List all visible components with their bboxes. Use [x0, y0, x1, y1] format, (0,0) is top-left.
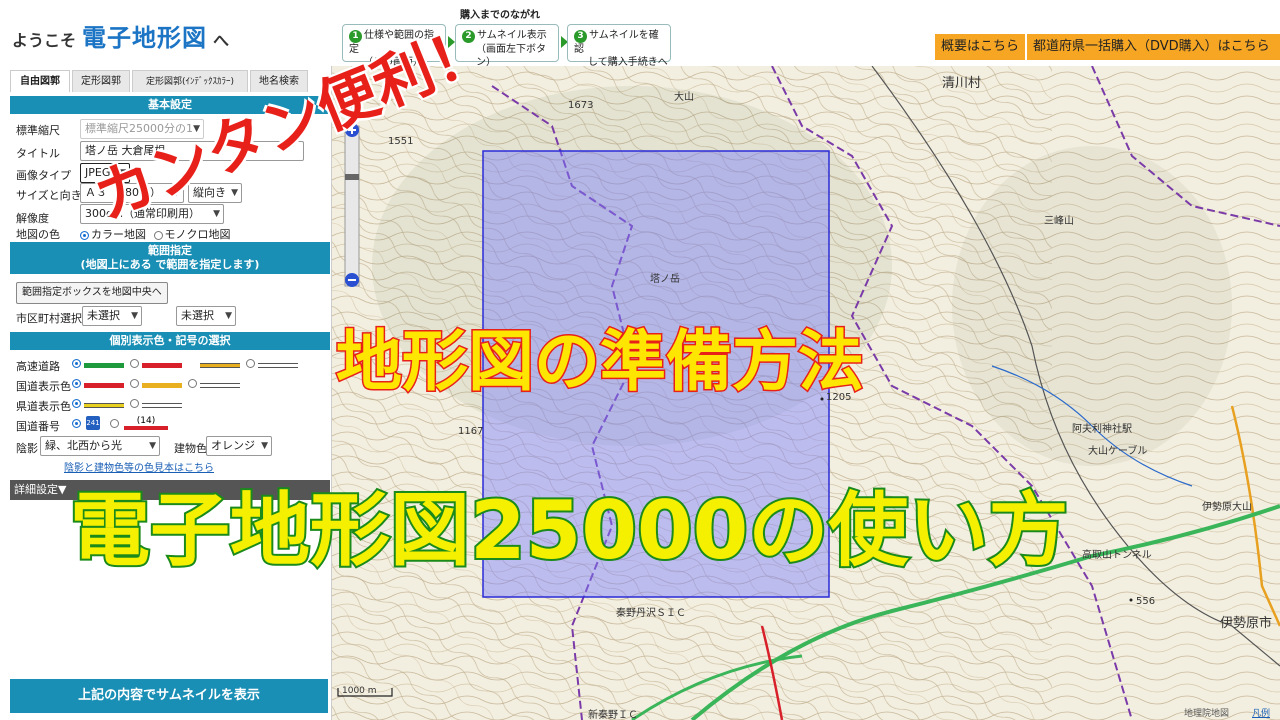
- shade-value: 緑、北西から光: [45, 439, 122, 452]
- title-label: タイトル: [16, 147, 60, 160]
- building-color-select[interactable]: オレンジ ▼: [206, 436, 272, 456]
- range-heading: 範囲指定 (地図上にある で範囲を指定します): [10, 242, 330, 274]
- step-number-icon: 3: [574, 30, 587, 43]
- route-number-radio[interactable]: [72, 419, 81, 428]
- peak-label-oyama: 大山: [674, 92, 694, 103]
- national-option-radio[interactable]: [188, 379, 197, 388]
- bulk-purchase-button[interactable]: 都道府県一括購入（DVD購入）はこちら: [1027, 34, 1280, 60]
- brand-name: 電子地形図: [82, 24, 208, 52]
- elevation-1551: 1551: [388, 136, 414, 147]
- cable-label: 大山ケーブル: [1088, 446, 1148, 457]
- site-title: ようこそ 電子地形図へ: [12, 18, 229, 53]
- ic-label-shinhadano: 新秦野ＩＣ: [588, 710, 638, 720]
- legend-link[interactable]: 凡例: [1252, 706, 1270, 719]
- scale-bar-label: 1000 m: [342, 686, 377, 696]
- mono-map-option: モノクロ地図: [164, 228, 231, 241]
- header: ようこそ 電子地形図へ 購入までのながれ 1 仕様や範囲の指定 （この画面） 2 サム…: [0, 0, 1280, 68]
- tab-fixed-frame-index[interactable]: 定形図郭(ｲﾝﾃﾞｯｸｽｶﾗｰ): [132, 70, 248, 92]
- prefecture-select[interactable]: 未選択 ▼: [82, 306, 142, 326]
- route-shield-icon: 241: [86, 416, 100, 430]
- highway-option-radio[interactable]: [246, 359, 255, 368]
- chevron-down-icon: ▼: [225, 311, 232, 321]
- highway-option-radio[interactable]: [72, 359, 81, 368]
- show-thumbnail-button[interactable]: 上記の内容でサムネイルを表示: [10, 679, 328, 713]
- tunnel-label: 高取山トンネル: [1082, 550, 1152, 561]
- highway-option-radio[interactable]: [130, 359, 139, 368]
- chevron-down-icon: ▼: [261, 441, 268, 451]
- step-number-icon: 1: [349, 30, 362, 43]
- tab-free-frame[interactable]: 自由図郭: [10, 70, 70, 92]
- national-option-radio[interactable]: [130, 379, 139, 388]
- prefectural-road-label: 県道表示色: [16, 400, 71, 413]
- national-swatch-yellow: [142, 383, 182, 388]
- highway-swatch-green: [84, 363, 124, 368]
- size-label: サイズと向き: [16, 189, 82, 202]
- prefectural-swatch-yellow: [84, 403, 124, 408]
- highway-swatch-white: [258, 363, 298, 368]
- prefecture-value: 未選択: [87, 309, 120, 322]
- elevation-1673: 1673: [568, 100, 594, 111]
- chevron-down-icon: ▼: [131, 311, 138, 321]
- national-option-radio[interactable]: [72, 379, 81, 388]
- map-color-options: カラー地図 モノクロ地図: [80, 226, 231, 242]
- national-swatch-white: [200, 383, 240, 388]
- map-color-label: 地図の色: [16, 228, 60, 241]
- highway-label: 高速道路: [16, 360, 60, 373]
- city-label: 伊勢原市: [1220, 616, 1273, 631]
- welcome-suffix: へ: [213, 31, 230, 50]
- range-heading-title: 範囲指定: [148, 244, 192, 257]
- highway-swatch-red: [142, 363, 182, 368]
- step-label: サムネイル表示: [477, 30, 547, 41]
- elevation-1167: 1167: [458, 426, 484, 437]
- shade-label: 陰影: [16, 442, 38, 455]
- village-label: 清川村: [942, 76, 982, 91]
- scale-label: 標準縮尺: [16, 124, 60, 137]
- national-swatch-red: [84, 383, 124, 388]
- tab-fixed-frame[interactable]: 定形図郭: [72, 70, 130, 92]
- welcome-prefix: ようこそ: [12, 31, 77, 50]
- ic-label-hadano: 秦野丹沢ＳＩＣ: [616, 608, 686, 619]
- symbols-heading: 個別表示色・記号の選択: [10, 332, 330, 350]
- route-number-sample: (14): [124, 416, 168, 430]
- city-value: 未選択: [181, 309, 214, 322]
- prefectural-option-radio[interactable]: [72, 399, 81, 408]
- caption-howto: 電子地形図25000の使い方: [68, 482, 1070, 579]
- image-type-label: 画像タイプ: [16, 169, 71, 182]
- shade-select[interactable]: 緑、北西から光 ▼: [40, 436, 160, 456]
- building-color-label: 建物色: [174, 442, 207, 455]
- peak-label-mitsumine: 三峰山: [1044, 216, 1074, 227]
- building-color-value: オレンジ: [211, 439, 255, 452]
- station-label: 阿夫利神社駅: [1072, 424, 1132, 435]
- prefectural-swatch-white: [142, 403, 182, 408]
- route-number-radio[interactable]: [110, 419, 119, 428]
- peak-label-tonodake: 塔ノ岳: [650, 274, 680, 285]
- map-credit: 地理院地図: [1184, 709, 1230, 719]
- color-map-radio[interactable]: [80, 230, 89, 240]
- overview-button[interactable]: 概要はこちら: [935, 34, 1026, 60]
- national-road-label: 国道表示色: [16, 380, 71, 393]
- elevation-556: 556: [1136, 596, 1156, 607]
- range-heading-note: (地図上にある で範囲を指定します): [80, 258, 260, 271]
- page: ようこそ 電子地形図へ 購入までのながれ 1 仕様や範囲の指定 （この画面） 2 サム…: [0, 0, 1280, 720]
- prefectural-option-radio[interactable]: [130, 399, 139, 408]
- chevron-down-icon: ▼: [213, 209, 220, 219]
- chevron-down-icon: ▼: [149, 441, 156, 451]
- highway-swatch-yellow: [200, 363, 240, 368]
- resolution-label: 解像度: [16, 212, 49, 225]
- route-number-label: 国道番号: [16, 420, 60, 433]
- flow-step-3: 3 サムネイルを確認 して購入手続きへ: [567, 24, 671, 68]
- caption-preparation: 地形図の準備方法: [335, 322, 866, 402]
- mono-map-radio[interactable]: [153, 230, 163, 240]
- city-label: 市区町村選択: [16, 312, 82, 325]
- center-box-button[interactable]: 範囲指定ボックスを地図中央へ: [16, 282, 168, 304]
- place-label-isehara-oyama: 伊勢原大山: [1202, 502, 1252, 513]
- city-select[interactable]: 未選択 ▼: [176, 306, 236, 326]
